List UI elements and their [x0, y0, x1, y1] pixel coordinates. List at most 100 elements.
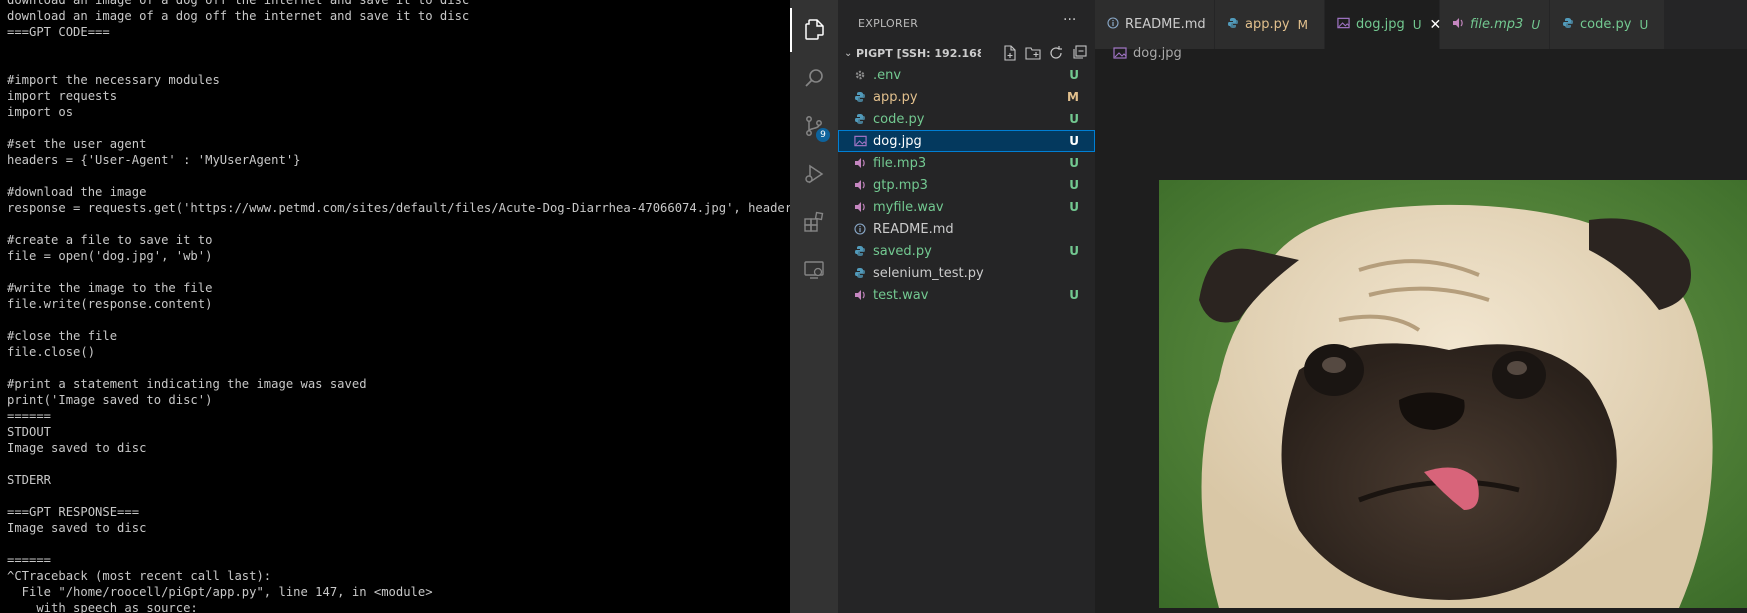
tab-status: U — [1531, 17, 1541, 32]
terminal-line: STDERR — [7, 473, 52, 487]
audio-icon — [853, 156, 867, 170]
terminal-line: #create a file to save it to — [7, 233, 213, 247]
terminal-line: response = requests.get('https://www.pet… — [7, 201, 790, 215]
image-icon — [1337, 17, 1350, 32]
gear-icon — [853, 68, 867, 82]
file-name: dog.jpg — [873, 133, 922, 149]
python-icon — [853, 266, 867, 280]
terminal-line: #import the necessary modules — [7, 73, 220, 87]
refresh-icon[interactable] — [1048, 45, 1064, 61]
new-file-icon[interactable] — [1002, 45, 1018, 61]
tab-readme-md[interactable]: README.md — [1095, 0, 1215, 49]
tab-label: app.py — [1245, 17, 1290, 32]
editor-area: README.md app.py Mdog.jpg U ✕ file.mp3 Ucode.p… — [1095, 0, 1747, 613]
source-control-icon[interactable]: 9 — [790, 104, 838, 148]
audio-icon — [853, 200, 867, 214]
file-item-selenium-test-py[interactable]: selenium_test.py — [838, 262, 1095, 284]
source-control-badge: 9 — [816, 128, 830, 142]
git-status-badge: U — [1069, 134, 1079, 148]
info-icon — [1107, 17, 1119, 32]
terminal-line: ^CTraceback (most recent call last): — [7, 569, 272, 583]
python-icon — [1562, 17, 1574, 32]
terminal-line: #write the image to the file — [7, 281, 213, 295]
search-icon[interactable] — [790, 56, 838, 100]
file-item-saved-py[interactable]: saved.py U — [838, 240, 1095, 262]
terminal-line: headers = {'User-Agent' : 'MyUserAgent'} — [7, 153, 301, 167]
file-item-env[interactable]: .env U — [838, 64, 1095, 86]
file-name: README.md — [873, 221, 954, 237]
git-status-badge: U — [1069, 112, 1079, 126]
tab-app-py[interactable]: app.py M — [1215, 0, 1325, 49]
tab-status: U — [1639, 17, 1649, 32]
file-item-code-py[interactable]: code.py U — [838, 108, 1095, 130]
terminal-line: file.close() — [7, 345, 96, 359]
file-name: myfile.wav — [873, 199, 944, 215]
terminal-line: file = open('dog.jpg', 'wb') — [7, 249, 213, 263]
file-item-myfile-wav[interactable]: myfile.wav U — [838, 196, 1095, 218]
breadcrumb[interactable]: dog.jpg — [1113, 44, 1182, 62]
remote-explorer-icon[interactable] — [790, 248, 838, 292]
tab-code-py[interactable]: code.py U — [1550, 0, 1665, 49]
file-name: code.py — [873, 111, 925, 127]
file-item-file-mp3[interactable]: file.mp3 U — [838, 152, 1095, 174]
terminal-line: file.write(response.content) — [7, 297, 213, 311]
terminal-window[interactable]: download an image of a dog off the inter… — [0, 0, 790, 613]
run-debug-icon[interactable] — [790, 152, 838, 196]
terminal-line: #close the file — [7, 329, 118, 343]
file-item-app-py[interactable]: app.py M — [838, 86, 1095, 108]
folder-header[interactable]: ⌄ PIGPT [SSH: 192.168.50.... — [838, 42, 1095, 64]
terminal-line: #print a statement indicating the image … — [7, 377, 367, 391]
python-icon — [853, 244, 867, 258]
terminal-line: ====== — [7, 409, 52, 423]
collapse-all-icon[interactable] — [1071, 45, 1087, 61]
file-name: file.mp3 — [873, 155, 927, 171]
file-name: selenium_test.py — [873, 265, 984, 281]
explorer-icon[interactable] — [790, 8, 838, 52]
file-name: app.py — [873, 89, 918, 105]
image-icon — [853, 134, 867, 148]
git-status-badge: U — [1069, 200, 1079, 214]
terminal-line: import requests — [7, 89, 118, 103]
info-icon — [853, 222, 867, 236]
terminal-line: print('Image saved to disc') — [7, 393, 213, 407]
activity-bar: 9 — [790, 0, 838, 613]
git-status-badge: U — [1069, 156, 1079, 170]
terminal-line: STDOUT — [7, 425, 52, 439]
file-item-readme-md[interactable]: README.md — [838, 218, 1095, 240]
audio-icon — [853, 178, 867, 192]
new-folder-icon[interactable] — [1025, 45, 1041, 61]
terminal-line: Image saved to disc — [7, 521, 147, 535]
terminal-line: Image saved to disc — [7, 441, 147, 455]
folder-name: PIGPT [SSH: 192.168.50.... — [856, 46, 981, 60]
terminal-line: download an image of a dog off the inter… — [7, 0, 470, 7]
file-item-dog-jpg[interactable]: dog.jpg U — [838, 130, 1095, 152]
tab-status: U — [1412, 17, 1422, 32]
git-status-badge: U — [1069, 244, 1079, 258]
terminal-line: File "/home/roocell/piGpt/app.py", line … — [7, 585, 433, 599]
python-icon — [853, 112, 867, 126]
terminal-line: with speech as source: — [7, 601, 198, 613]
terminal-line: #download the image — [7, 185, 147, 199]
image-icon — [1113, 47, 1127, 59]
git-status-badge: M — [1067, 90, 1079, 104]
git-status-badge: U — [1069, 288, 1079, 302]
terminal-line: import os — [7, 105, 74, 119]
extensions-icon[interactable] — [790, 200, 838, 244]
tab-file-mp3[interactable]: file.mp3 U — [1440, 0, 1550, 49]
file-name: .env — [873, 67, 902, 83]
file-item-test-wav[interactable]: test.wav U — [838, 284, 1095, 306]
terminal-line: ===GPT RESPONSE=== — [7, 505, 140, 519]
more-actions-icon[interactable]: ··· — [1063, 12, 1076, 28]
tab-dog-jpg[interactable]: dog.jpg U ✕ — [1325, 0, 1441, 49]
file-item-gtp-mp3[interactable]: gtp.mp3 U — [838, 174, 1095, 196]
audio-icon — [853, 288, 867, 302]
terminal-line: download an image of a dog off the inter… — [7, 9, 470, 23]
file-name: saved.py — [873, 243, 932, 259]
file-name: test.wav — [873, 287, 929, 303]
